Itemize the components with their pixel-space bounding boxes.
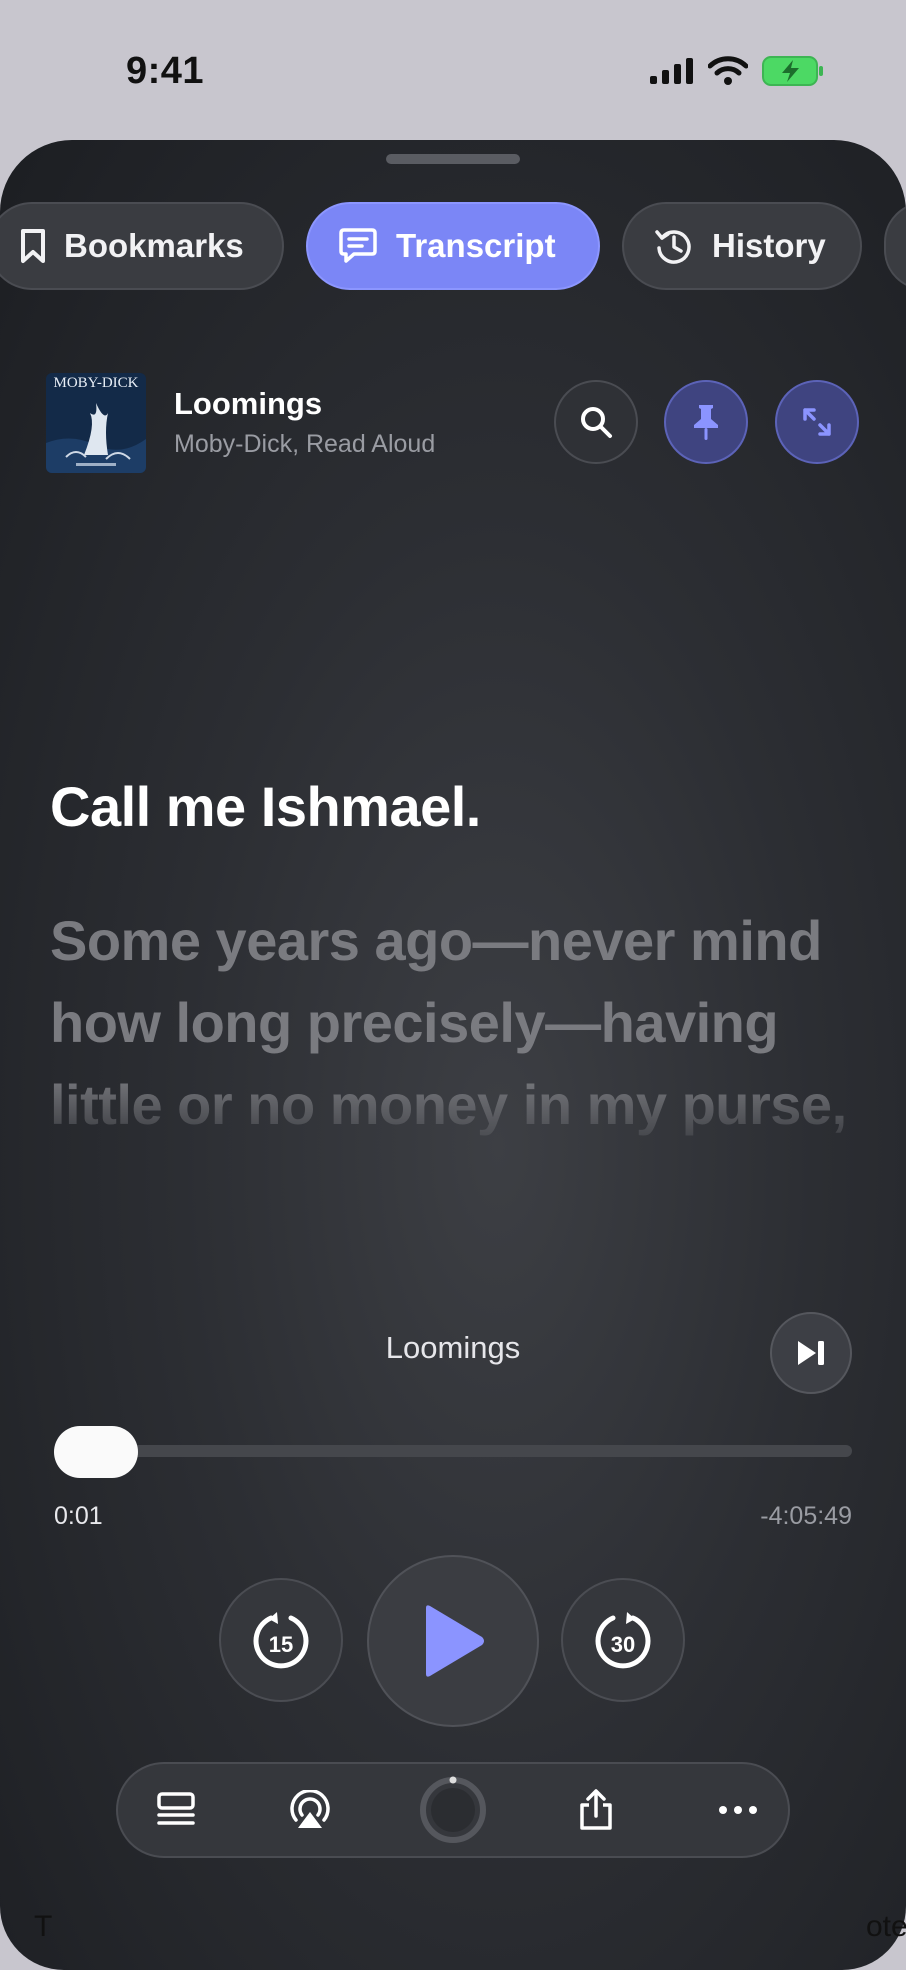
timer-ring-icon (420, 1776, 486, 1843)
tab-bookmarks[interactable]: Bookmarks (0, 202, 284, 290)
expand-button[interactable] (775, 380, 859, 464)
queue-button[interactable] (136, 1764, 216, 1856)
transcript-current-line[interactable]: Call me Ishmael. (50, 774, 850, 839)
wifi-icon (708, 56, 748, 85)
queue-icon (157, 1792, 195, 1825)
skip-back-15-icon: 15 (253, 1612, 309, 1669)
skip-forward-button[interactable]: 30 (561, 1578, 685, 1702)
search-button[interactable] (554, 380, 638, 464)
search-icon (581, 407, 612, 438)
status-bar: 9:41 (0, 0, 906, 140)
more-icon (719, 1806, 757, 1814)
play-icon (426, 1605, 484, 1677)
progress-scrubber[interactable] (54, 1426, 138, 1478)
episode-artwork[interactable]: MOBY-DICK (46, 373, 146, 473)
bottom-toolbar (116, 1762, 790, 1858)
share-button[interactable] (556, 1764, 636, 1856)
skip-forward-30-icon: 30 (595, 1612, 651, 1669)
tab-history[interactable]: History (622, 202, 862, 290)
play-button[interactable] (367, 1555, 539, 1727)
tab-label: History (712, 227, 826, 264)
background-text-left: T (34, 1910, 53, 1943)
more-button[interactable] (698, 1764, 778, 1856)
sleep-timer-button[interactable] (413, 1764, 493, 1856)
next-chapter-button[interactable] (770, 1312, 852, 1394)
pin-icon (694, 405, 718, 440)
tab-bar: Bookmarks Transcript History (0, 202, 906, 290)
transcript-icon (339, 228, 377, 263)
episode-title: Loomings (174, 386, 323, 421)
bookmark-icon (21, 229, 45, 263)
artwork-title: MOBY-DICK (53, 375, 138, 391)
cellular-signal-icon (650, 58, 693, 84)
skip-back-label: 15 (269, 1632, 293, 1657)
tab-label: Transcript (396, 227, 556, 264)
next-chapter-icon (798, 1341, 824, 1365)
episode-subtitle: Moby-Dick, Read Aloud (174, 430, 436, 458)
status-time: 9:41 (126, 50, 205, 92)
skip-back-button[interactable]: 15 (219, 1578, 343, 1702)
elapsed-time: 0:01 (54, 1502, 103, 1530)
airplay-icon (290, 1790, 330, 1828)
share-icon (580, 1789, 612, 1830)
sheet-grabber[interactable] (386, 154, 520, 164)
remaining-time: -4:05:49 (760, 1502, 852, 1530)
battery-charging-icon (762, 56, 823, 86)
player-sheet: Bookmarks Transcript History MOBY-DICK L… (0, 140, 906, 1970)
history-icon (655, 230, 691, 264)
background-text-right: ote (866, 1910, 906, 1943)
status-icons (650, 56, 824, 86)
tab-overflow[interactable] (884, 202, 906, 290)
expand-icon (803, 408, 831, 436)
pin-button[interactable] (664, 380, 748, 464)
transcript-next-line[interactable]: Some years ago—never mind how long preci… (50, 900, 870, 1146)
skip-forward-label: 30 (611, 1632, 635, 1657)
tab-transcript[interactable]: Transcript (306, 202, 600, 290)
tab-label: Bookmarks (64, 227, 244, 264)
progress-track[interactable] (54, 1445, 852, 1457)
airplay-button[interactable] (270, 1764, 350, 1856)
